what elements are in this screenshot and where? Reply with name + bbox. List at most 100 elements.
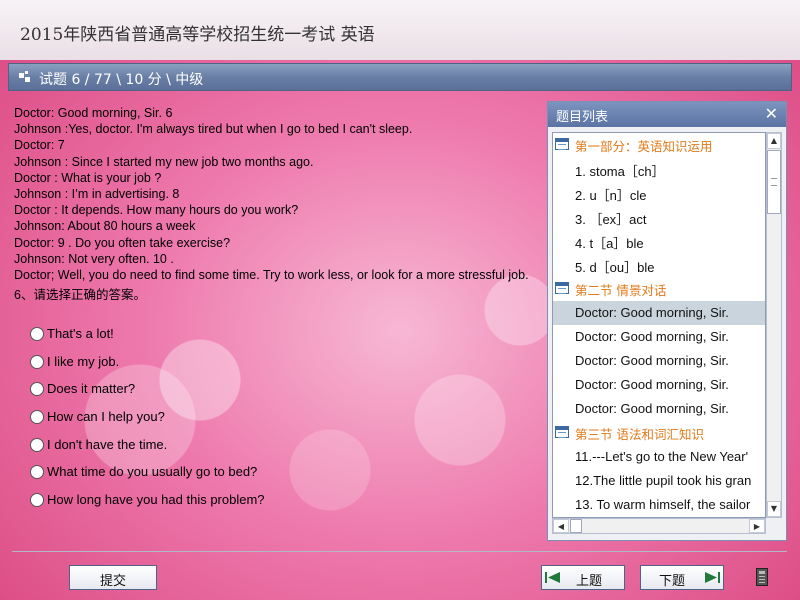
skip-back-icon-bar bbox=[545, 572, 547, 583]
question-info: 试题 6 / 77 \ 10 分 \ 中级 bbox=[39, 72, 204, 88]
answer-option[interactable]: That's a lot! bbox=[30, 326, 114, 341]
radio-button[interactable] bbox=[30, 381, 44, 396]
next-label: 下题 bbox=[659, 574, 686, 589]
list-item[interactable]: 2. u［n］cle bbox=[553, 181, 765, 205]
list-item-label: Doctor: Good morning, Sir. bbox=[575, 329, 729, 344]
section-label: 第二节 情景对话 bbox=[575, 283, 667, 298]
section-label: 第三节 语法和词汇知识 bbox=[575, 427, 704, 442]
previous-question-button[interactable]: 上题 bbox=[541, 565, 625, 590]
dialogue-line: Doctor: 9 . Do you often take exercise? bbox=[14, 235, 231, 250]
vertical-scrollbar[interactable]: ▲ ▼ bbox=[766, 132, 782, 518]
option-label: I don't have the time. bbox=[47, 437, 168, 452]
scroll-right-icon[interactable]: ▶ bbox=[749, 519, 765, 533]
list-item-label: Doctor: Good morning, Sir. bbox=[575, 305, 729, 320]
list-item[interactable]: 11.---Let's go to the New Year' bbox=[553, 445, 765, 469]
question-instruction: 6、请选择正确的答案。 bbox=[14, 288, 146, 301]
list-item[interactable]: 13. To warm himself, the sailor bbox=[553, 493, 765, 517]
dialogue-line: Doctor: 7 bbox=[14, 138, 65, 153]
radio-button[interactable] bbox=[30, 464, 44, 479]
skip-forward-icon-bar bbox=[718, 572, 720, 583]
dialogue-line: Johnson: Not very often. 10 . bbox=[14, 251, 174, 266]
dialogue-line: Johnson : Since I started my new job two… bbox=[14, 154, 314, 169]
section-header[interactable]: 第一部分：英语知识运用 bbox=[553, 133, 765, 157]
list-item[interactable]: Doctor: Good morning, Sir. bbox=[553, 349, 765, 373]
list-item-label: Doctor: Good morning, Sir. bbox=[575, 353, 729, 368]
answer-option[interactable]: How can I help you? bbox=[30, 409, 165, 424]
submit-label: 提交 bbox=[99, 574, 126, 589]
list-item[interactable]: 12.The little pupil took his gran bbox=[553, 469, 765, 493]
list-item-label: Doctor: Good morning, Sir. bbox=[575, 377, 729, 392]
list-item[interactable]: Doctor: Good morning, Sir. bbox=[553, 397, 765, 421]
list-item[interactable]: 3. ［ex］act bbox=[553, 205, 765, 229]
section-header[interactable]: 第二节 情景对话 bbox=[553, 277, 765, 301]
scroll-down-icon[interactable]: ▼ bbox=[767, 501, 781, 517]
calculator-icon[interactable] bbox=[756, 568, 768, 586]
close-icon[interactable]: ✕ bbox=[765, 104, 778, 123]
radio-button[interactable] bbox=[30, 354, 44, 369]
list-item[interactable]: 1. stoma［ch］ bbox=[553, 157, 765, 181]
question-list: 第一部分：英语知识运用 1. stoma［ch］ 2. u［n］cle 3. ［… bbox=[552, 132, 766, 518]
footer-divider bbox=[12, 551, 787, 552]
dialogue-line: Johnson :Yes, doctor. I'm always tired b… bbox=[14, 122, 413, 137]
dialogue-line: Johnson : I’m in advertising. 8 bbox=[14, 186, 180, 201]
dialogue-line: Doctor: Good morning, Sir. 6 bbox=[14, 106, 173, 120]
option-label: I like my job. bbox=[47, 354, 120, 369]
section-icon bbox=[555, 426, 569, 438]
scroll-up-icon[interactable]: ▲ bbox=[767, 133, 781, 149]
horizontal-scrollbar[interactable]: ◀ ▶ bbox=[552, 518, 766, 534]
dialogue-line: Doctor : It depends. How many hours do y… bbox=[14, 203, 299, 218]
option-label: That's a lot! bbox=[47, 326, 114, 341]
next-question-button[interactable]: 下题 bbox=[640, 565, 724, 590]
dialogue-line: Johnson: About 80 hours a week bbox=[14, 219, 196, 234]
answer-option[interactable]: What time do you usually go to bed? bbox=[30, 464, 257, 479]
list-item-label: 5. d［ou］ble bbox=[575, 260, 655, 275]
list-item-label: 2. u［n］cle bbox=[575, 188, 647, 203]
question-list-panel: 题目列表 ✕ 第一部分：英语知识运用 1. stoma［ch］ 2. u［n］c… bbox=[547, 101, 787, 541]
list-item-label: 12.The little pupil took his gran bbox=[575, 473, 752, 488]
exam-title: 2015年陕西省普通高等学校招生统一考试 英语 bbox=[20, 25, 375, 45]
list-item-label: 1. stoma［ch］ bbox=[575, 164, 665, 179]
dialogue-line: Doctor : What is your job ? bbox=[14, 170, 162, 185]
list-item-selected[interactable]: Doctor: Good morning, Sir. bbox=[553, 301, 765, 325]
next-arrow-icon bbox=[705, 572, 717, 583]
scroll-thumb[interactable] bbox=[767, 150, 781, 214]
answer-option[interactable]: Does it matter? bbox=[30, 381, 135, 396]
list-item-label: 11.---Let's go to the New Year' bbox=[575, 449, 749, 464]
option-label: Does it matter? bbox=[47, 381, 136, 396]
radio-button[interactable] bbox=[30, 409, 44, 424]
option-label: How can I help you? bbox=[47, 409, 165, 424]
previous-label: 上题 bbox=[576, 574, 603, 589]
panel-header: 题目列表 ✕ bbox=[548, 102, 786, 127]
panel-title: 题目列表 bbox=[556, 110, 609, 125]
list-item[interactable]: 4. t［a］ble bbox=[553, 229, 765, 253]
question-stem: Doctor: Good morning, Sir. 6 Johnson :Ye… bbox=[14, 106, 548, 300]
grip-icon bbox=[771, 178, 777, 186]
radio-button[interactable] bbox=[30, 437, 44, 452]
option-label: What time do you usually go to bed? bbox=[47, 464, 258, 479]
scroll-left-icon[interactable]: ◀ bbox=[553, 519, 569, 533]
section-icon bbox=[555, 282, 569, 294]
scroll-corner bbox=[766, 518, 782, 534]
answer-option[interactable]: I don't have the time. bbox=[30, 437, 167, 452]
list-item[interactable]: 5. d［ou］ble bbox=[553, 253, 765, 277]
list-item-label: 3. ［ex］act bbox=[575, 212, 647, 227]
list-item[interactable]: Doctor: Good morning, Sir. bbox=[553, 373, 765, 397]
question-header-bar: 试题 6 / 77 \ 10 分 \ 中级 bbox=[8, 63, 792, 91]
question-marker-icon bbox=[19, 71, 30, 82]
radio-button[interactable] bbox=[30, 492, 44, 507]
dialogue-line: Doctor; Well, you do need to find some t… bbox=[14, 267, 529, 282]
horizontal-scroll-thumb[interactable] bbox=[570, 519, 582, 533]
answer-option[interactable]: How long have you had this problem? bbox=[30, 492, 265, 507]
answer-option[interactable]: I like my job. bbox=[30, 354, 119, 369]
submit-button[interactable]: 提交 bbox=[69, 565, 157, 590]
list-item[interactable]: Doctor: Good morning, Sir. bbox=[553, 325, 765, 349]
list-item-label: 13. To warm himself, the sailor bbox=[575, 497, 751, 512]
option-label: How long have you had this problem? bbox=[47, 492, 265, 507]
previous-arrow-icon bbox=[548, 572, 560, 583]
list-item-label: 4. t［a］ble bbox=[575, 236, 644, 251]
section-header[interactable]: 第三节 语法和词汇知识 bbox=[553, 421, 765, 445]
radio-button[interactable] bbox=[30, 326, 44, 341]
list-item-label: Doctor: Good morning, Sir. bbox=[575, 401, 729, 416]
section-icon bbox=[555, 138, 569, 150]
section-label: 第一部分：英语知识运用 bbox=[575, 139, 713, 154]
